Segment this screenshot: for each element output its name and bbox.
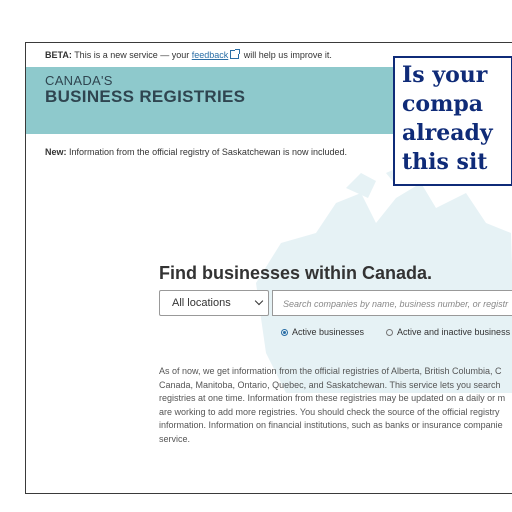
notice-label: New: [45, 147, 67, 157]
search-input[interactable]: Search companies by name, business numbe… [272, 290, 512, 316]
beta-notice: BETA: This is a new service — your feedb… [45, 49, 332, 60]
notice-text: Information from the official registry o… [69, 147, 347, 157]
brand-top: CANADA'S [45, 73, 113, 88]
beta-label: BETA: [45, 50, 72, 60]
info-line: information. Information on financial in… [159, 420, 503, 430]
info-line: Canada, Manitoba, Ontario, Quebec, and S… [159, 379, 501, 390]
brand-main[interactable]: BUSINESS REGISTRIES [45, 87, 245, 107]
info-line: registries at one time. Information from… [159, 393, 506, 403]
chevron-down-icon [254, 296, 264, 306]
survey-callout: Is your compa already this sit [393, 56, 512, 186]
info-line: As of now, we get information from the o… [159, 366, 502, 376]
location-select[interactable]: All locations [159, 290, 269, 316]
radio-all-businesses[interactable]: Active and inactive business [386, 327, 510, 337]
radio-all-label: Active and inactive business [397, 327, 511, 337]
new-notice: New: Information from the official regis… [45, 147, 347, 157]
search-placeholder: Search companies by name, business numbe… [283, 299, 509, 309]
info-line: service. [159, 433, 191, 444]
location-value: All locations [172, 297, 231, 309]
external-link-icon [230, 49, 241, 59]
callout-line: compa [402, 91, 483, 117]
feedback-link[interactable]: feedback [192, 50, 229, 60]
callout-line: this sit [402, 149, 488, 175]
beta-text-before: This is a new service — your [74, 50, 190, 60]
info-line: are working to add more registries. You … [159, 406, 500, 417]
radio-unselected-icon [386, 329, 393, 336]
beta-text-after: will help us improve it. [243, 50, 332, 60]
search-heading: Find businesses within Canada. [159, 263, 433, 283]
radio-active-businesses[interactable]: Active businesses [281, 327, 364, 337]
info-paragraph: As of now, we get information from the o… [159, 365, 512, 446]
callout-line: Is your [402, 62, 488, 88]
callout-line: already [402, 120, 493, 146]
radio-active-label: Active businesses [292, 327, 365, 337]
radio-selected-icon [281, 329, 288, 336]
